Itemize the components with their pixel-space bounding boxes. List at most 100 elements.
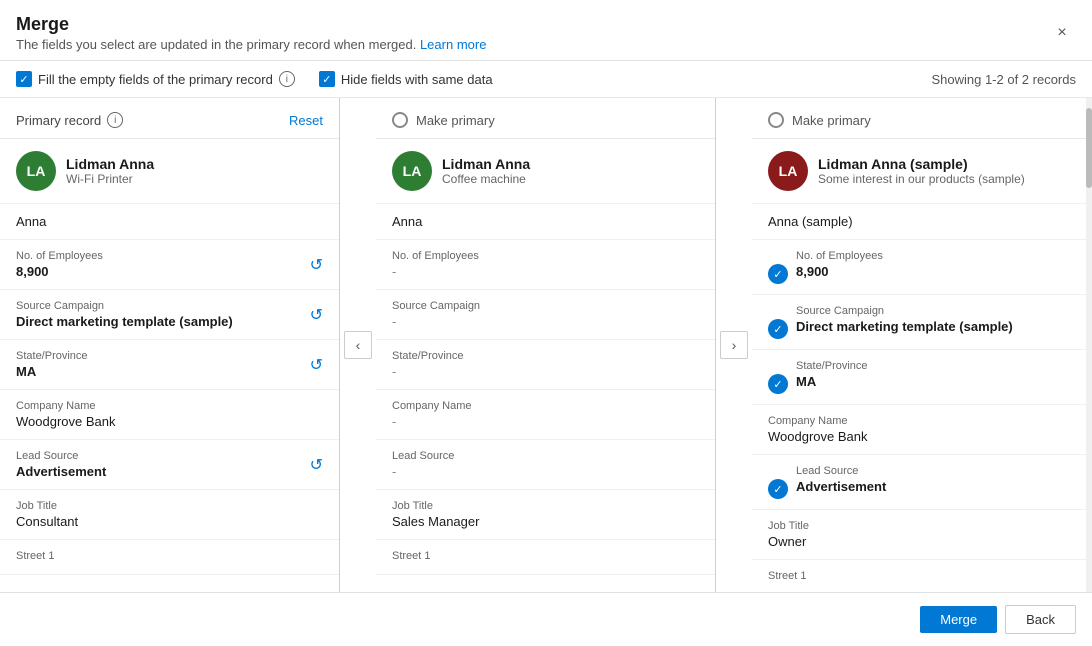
column2-street-field: Street 1 xyxy=(376,540,715,575)
column3-state-value: MA xyxy=(796,374,868,389)
primary-record-sub: Wi-Fi Printer xyxy=(66,172,154,186)
column3-source-campaign-row: ✓ Source Campaign Direct marketing templ… xyxy=(768,305,1076,339)
lead-source-reset-btn[interactable]: ↺ xyxy=(310,455,323,475)
column3-employees-label: No. of Employees xyxy=(796,250,883,262)
source-campaign-check-icon: ✓ xyxy=(768,319,788,339)
column3-record-info: Lidman Anna (sample) Some interest in ou… xyxy=(818,156,1025,186)
employees-reset-btn[interactable]: ↺ xyxy=(310,255,323,275)
column2-radio[interactable] xyxy=(392,112,408,128)
column2-first-name: Anna xyxy=(376,204,715,240)
primary-street-label: Street 1 xyxy=(16,550,323,562)
column3: Make primary LA Lidman Anna (sample) Som… xyxy=(752,98,1092,592)
column2-record-name: Lidman Anna xyxy=(442,156,530,172)
column2-source-campaign-field: Source Campaign - xyxy=(376,290,715,340)
nav-right: › xyxy=(716,98,752,592)
close-button[interactable]: × xyxy=(1048,19,1076,47)
primary-info-icon[interactable]: i xyxy=(107,112,123,128)
column3-radio[interactable] xyxy=(768,112,784,128)
back-button[interactable]: Back xyxy=(1005,605,1076,634)
dialog-footer: Merge Back xyxy=(0,592,1092,646)
column2-company-field: Company Name - xyxy=(376,390,715,440)
lead-source-check-icon: ✓ xyxy=(768,479,788,499)
column3-job-title-value: Owner xyxy=(768,534,1076,549)
column2-company-label: Company Name xyxy=(392,400,699,412)
primary-company-field: Company Name Woodgrove Bank xyxy=(0,390,339,440)
column2-header-label: Make primary xyxy=(416,113,495,128)
primary-company-value: Woodgrove Bank xyxy=(16,414,323,429)
next-button[interactable]: › xyxy=(720,331,748,359)
learn-more-link[interactable]: Learn more xyxy=(420,37,486,52)
column2-state-label: State/Province xyxy=(392,350,699,362)
primary-employees-value: 8,900 xyxy=(16,264,323,279)
column3-record-card: LA Lidman Anna (sample) Some interest in… xyxy=(752,139,1092,204)
column3-job-title-label: Job Title xyxy=(768,520,1076,532)
column2-source-campaign-label: Source Campaign xyxy=(392,300,699,312)
column2-employees-label: No. of Employees xyxy=(392,250,699,262)
primary-state-label: State/Province xyxy=(16,350,323,362)
primary-source-campaign-value: Direct marketing template (sample) xyxy=(16,314,323,329)
state-reset-btn[interactable]: ↺ xyxy=(310,355,323,375)
column2-lead-source-field: Lead Source - xyxy=(376,440,715,490)
column3-employees-field: ✓ No. of Employees 8,900 xyxy=(752,240,1092,295)
column2-header: Make primary xyxy=(376,98,715,139)
primary-lead-source-value: Advertisement xyxy=(16,464,323,479)
column2-employees-value: - xyxy=(392,264,699,279)
column3-record-sub: Some interest in our products (sample) xyxy=(818,172,1025,186)
fill-empty-check-icon: ✓ xyxy=(19,73,28,86)
primary-state-field: State/Province MA ↺ xyxy=(0,340,339,390)
primary-column: Primary record i Reset LA Lidman Anna Wi… xyxy=(0,98,340,592)
state-check-icon: ✓ xyxy=(768,374,788,394)
column3-street-label: Street 1 xyxy=(768,570,1076,582)
column2-job-title-label: Job Title xyxy=(392,500,699,512)
merge-button[interactable]: Merge xyxy=(920,606,997,633)
primary-record-info: Lidman Anna Wi-Fi Printer xyxy=(66,156,154,186)
dialog-subtitle: The fields you select are updated in the… xyxy=(16,37,486,52)
column3-state-field: ✓ State/Province MA xyxy=(752,350,1092,405)
column3-record-name: Lidman Anna (sample) xyxy=(818,156,1025,172)
primary-first-name: Anna xyxy=(0,204,339,240)
column2-record-info: Lidman Anna Coffee machine xyxy=(442,156,530,186)
column2-employees-field: No. of Employees - xyxy=(376,240,715,290)
column3-avatar: LA xyxy=(768,151,808,191)
fill-empty-checkbox[interactable]: ✓ Fill the empty fields of the primary r… xyxy=(16,71,295,87)
prev-button[interactable]: ‹ xyxy=(344,331,372,359)
primary-avatar: LA xyxy=(16,151,56,191)
column2: Make primary LA Lidman Anna Coffee machi… xyxy=(376,98,716,592)
primary-state-value: MA xyxy=(16,364,323,379)
source-campaign-reset-btn[interactable]: ↺ xyxy=(310,305,323,325)
column2-record-sub: Coffee machine xyxy=(442,172,530,186)
column3-header-label: Make primary xyxy=(792,113,871,128)
hide-same-check-icon: ✓ xyxy=(322,73,331,86)
records-count: Showing 1-2 of 2 records xyxy=(931,72,1076,87)
column3-street-field: Street 1 xyxy=(752,560,1092,592)
column2-job-title-field: Job Title Sales Manager xyxy=(376,490,715,540)
column3-lead-source-label: Lead Source xyxy=(796,465,886,477)
column3-source-campaign-value: Direct marketing template (sample) xyxy=(796,319,1013,334)
primary-street-field: Street 1 xyxy=(0,540,339,575)
column3-lead-source-field: ✓ Lead Source Advertisement xyxy=(752,455,1092,510)
scrollbar-thumb[interactable] xyxy=(1086,108,1092,188)
column3-company-field: Company Name Woodgrove Bank xyxy=(752,405,1092,455)
column2-job-title-value: Sales Manager xyxy=(392,514,699,529)
reset-link[interactable]: Reset xyxy=(289,113,323,128)
primary-record-name: Lidman Anna xyxy=(66,156,154,172)
column3-employees-value: 8,900 xyxy=(796,264,883,279)
primary-record-text: Primary record xyxy=(16,113,101,128)
columns-container: Primary record i Reset LA Lidman Anna Wi… xyxy=(0,98,1092,592)
dialog-header: Merge The fields you select are updated … xyxy=(0,0,1092,61)
fill-empty-info-icon[interactable]: i xyxy=(279,71,295,87)
fill-empty-checkbox-box: ✓ xyxy=(16,71,32,87)
column2-state-value: - xyxy=(392,364,699,379)
column2-record-card: LA Lidman Anna Coffee machine xyxy=(376,139,715,204)
primary-job-title-label: Job Title xyxy=(16,500,323,512)
merge-dialog: Merge The fields you select are updated … xyxy=(0,0,1092,646)
primary-job-title-value: Consultant xyxy=(16,514,323,529)
column3-company-label: Company Name xyxy=(768,415,1076,427)
column2-avatar: LA xyxy=(392,151,432,191)
column3-employees-row: ✓ No. of Employees 8,900 xyxy=(768,250,1076,284)
dialog-title: Merge xyxy=(16,14,486,35)
column3-job-title-field: Job Title Owner xyxy=(752,510,1092,560)
column2-lead-source-label: Lead Source xyxy=(392,450,699,462)
hide-same-checkbox[interactable]: ✓ Hide fields with same data xyxy=(319,71,493,87)
column2-lead-source-value: - xyxy=(392,464,699,479)
